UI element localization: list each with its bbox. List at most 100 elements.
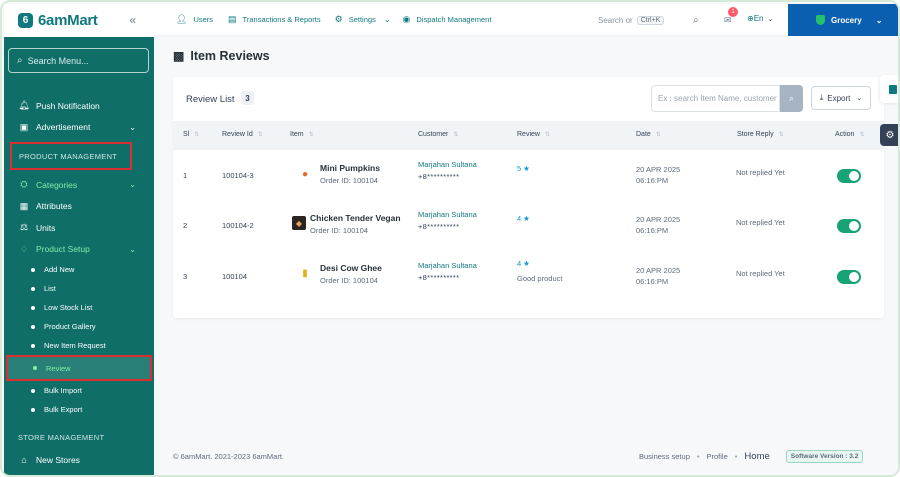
message-button[interactable]: ✉ 1 [724,7,738,26]
column-header-date[interactable]: Date ⇅ [636,131,661,138]
item-thumbnail-chicken-icon: ◆ [292,216,306,230]
column-header-action[interactable]: Action ⇅ [835,131,865,138]
sidebar-search-placeholder: Search Menu... [27,55,89,66]
rating-value: 5 [517,164,522,173]
customer-phone: +8********** [418,273,460,282]
cell-item[interactable]: Desi Cow Ghee Order ID: 100104 [320,263,382,285]
sort-icon: ⇅ [778,132,784,138]
global-search[interactable]: Search or Ctrl+K ⌕ [598,12,699,29]
bullet-icon [31,388,35,393]
chevron-down-icon: ⌄ [767,16,774,23]
cell-item[interactable]: Mini Pumpkins Order ID: 100104 [320,163,380,185]
sidebar-item-categories[interactable]: ⛭ Categories ⌄ [4,174,154,196]
brand[interactable]: 6 6amMart « [4,4,154,36]
order-id: Order ID: 100104 [320,176,378,185]
cell-customer[interactable]: Marjahan Sultana +8********** [418,210,477,231]
item-thumbnail-pumpkin-icon: ● [301,168,309,180]
category-icon: ⛭ [20,179,28,190]
sort-icon: ⇅ [859,132,865,138]
top-bar: 👤︎ Users ▤ Transactions & Reports ⚙ Sett… [154,4,898,36]
sidebar-subitem-add-new[interactable]: Add New [4,260,154,279]
report-icon: ▤ [228,14,237,24]
star-icon: ★ [523,214,530,223]
gear-icon: ⚙ [334,14,343,24]
copyright-text: © 6amMart. 2021-2023 6amMart. [173,452,284,461]
chevron-down-icon: ⌄ [129,180,136,190]
gear-icon: ⚙ [885,129,895,141]
sidebar-subitem-product-gallery[interactable]: Product Gallery [4,317,154,336]
footer: © 6amMart. 2021-2023 6amMart. Business s… [173,450,898,464]
column-header-label: Sl [183,131,190,138]
cell-customer[interactable]: Marjahan Sultana +8********** [418,160,477,181]
footer-separator: • [734,452,738,461]
settings-float-button[interactable]: ⚙ [880,124,898,146]
sidebar-subitem-low-stock-list[interactable]: Low Stock List [4,298,154,317]
footer-link-business-setup[interactable]: Business setup [639,452,690,461]
topnav-settings[interactable]: ⚙ Settings ⌄ [335,14,391,25]
footer-separator: • [696,452,700,461]
search-button[interactable]: ⌕ [780,85,803,112]
item-name: Chicken Tender Vegan [310,213,401,223]
global-search-label: Search or [598,16,633,25]
sidebar-subitem-bulk-export[interactable]: Bulk Export [4,400,154,419]
review-count-badge: 3 [241,91,254,105]
cell-item[interactable]: Chicken Tender Vegan Order ID: 100104 [310,213,401,235]
column-header-customer[interactable]: Customer ⇅ [418,131,458,138]
date-value: 20 APR 2025 [636,165,681,174]
sidebar-subitem-list[interactable]: List [4,279,154,298]
language-label: En [753,14,764,23]
table-row: 3 100104 ▮ Desi Cow Ghee Order ID: 10010… [173,251,884,301]
sidebar-subitem-bulk-import[interactable]: Bulk Import [4,381,154,400]
export-label: Export [827,93,851,103]
time-value: 06:16:PM [636,176,669,185]
message-badge: 1 [728,7,738,17]
sidebar-subitem-label: List [44,284,56,293]
app-window: 6 6amMart « ⌕ Search Menu... 🔔︎ Push Not… [0,0,900,477]
sidebar-nav: 🔔︎ Push Notification ▣ Advertisement ⌄ P… [4,95,154,471]
status-toggle[interactable] [837,270,861,284]
sidebar-subitem-new-item-request[interactable]: New Item Request [4,336,154,355]
sidebar-item-label: Product Setup [36,244,90,255]
product-setup-icon: ♢ [19,243,29,254]
column-header-sl[interactable]: Sl ⇅ [183,131,199,138]
sidebar-subitem-review[interactable]: Review [6,355,152,381]
topnav-users[interactable]: 👤︎ Users [176,14,213,25]
chevron-double-left-icon[interactable]: « [129,13,136,27]
cell-sl: 2 [183,221,188,230]
side-panel-tab[interactable] [880,75,898,103]
sidebar-search-input[interactable]: ⌕ Search Menu... [8,48,149,73]
language-selector[interactable]: ⊕En ⌄ [747,14,773,23]
footer-links: Business setup • Profile • Home Software… [639,450,864,463]
sidebar-item-product-setup[interactable]: ♢ Product Setup ⌄ [4,239,154,261]
sidebar-item-new-stores[interactable]: ⌂ New Stores [4,449,154,471]
sidebar-item-advertisement[interactable]: ▣ Advertisement ⌄ [4,117,154,139]
column-header-review-id[interactable]: Review Id ⇅ [222,131,263,138]
status-toggle[interactable] [837,169,861,183]
topnav-dispatch-management[interactable]: ◉ Dispatch Management [403,14,492,25]
sidebar-item-units[interactable]: ⚖ Units [4,217,154,239]
topnav-transactions-reports[interactable]: ▤ Transactions & Reports [228,14,321,25]
cell-sl: 1 [183,171,188,180]
search-icon: ⌕ [17,55,23,66]
footer-link-profile[interactable]: Profile [707,452,728,461]
export-button[interactable]: ⤓ Export ⌄ [811,86,871,110]
column-header-store-reply[interactable]: Store Reply ⇅ [737,131,784,138]
column-header-item[interactable]: Item ⇅ [290,131,314,138]
module-selector[interactable]: Grocery ⌄ [788,4,898,36]
review-list-card: Review List 3 ⌕ ⤓ Export ⌄ Sl ⇅ Review Id… [173,77,884,318]
chevron-down-icon: ⌄ [129,244,136,254]
status-toggle[interactable] [837,219,861,233]
sidebar-item-attributes[interactable]: ▦ Attributes [4,196,154,218]
review-search-input[interactable] [651,85,780,112]
cell-customer[interactable]: Marjahan Sultana +8********** [418,261,477,282]
review-text: Good product [517,274,563,283]
footer-link-home[interactable]: Home [744,451,769,462]
review-icon: ▩ [173,49,185,63]
column-header-label: Review Id [222,131,253,138]
topnav-label: Transactions & Reports [242,15,321,24]
sidebar-item-label: Units [36,222,56,233]
section-store-management: STORE MANAGEMENT [18,432,105,442]
column-header-review[interactable]: Review ⇅ [517,131,550,138]
sidebar-item-push-notification[interactable]: 🔔︎ Push Notification [4,95,154,117]
unit-icon: ⚖ [19,222,29,233]
